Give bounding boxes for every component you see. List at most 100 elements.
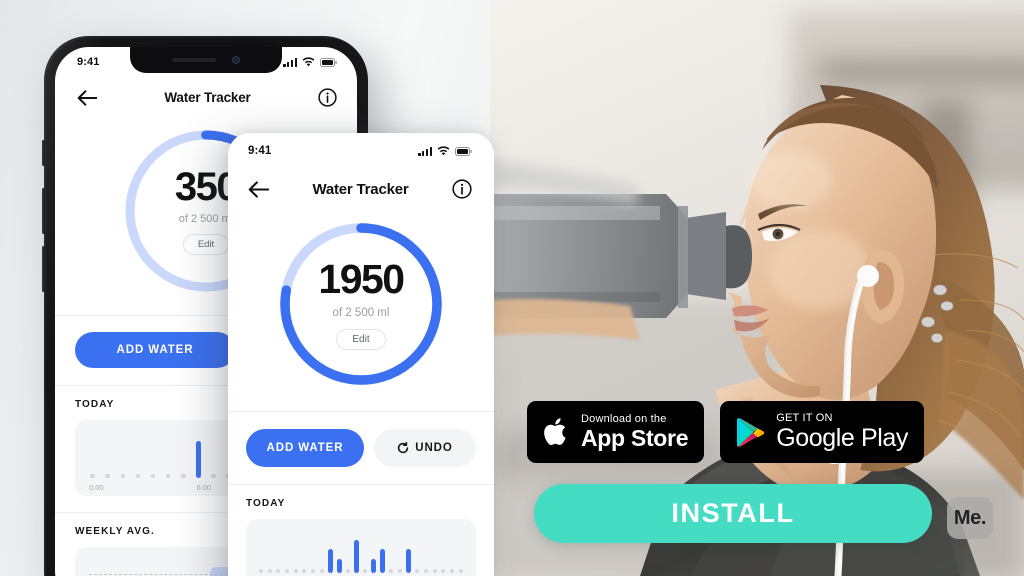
chart-empty-slot [258, 569, 264, 573]
chart-dot [181, 473, 186, 478]
info-button-front-phone[interactable] [452, 179, 472, 199]
chart-bar-fill [406, 549, 412, 573]
arrow-left-icon [77, 89, 97, 106]
chart-empty-slot [119, 473, 126, 478]
chart-dot [415, 569, 420, 573]
google-play-logo-icon [737, 417, 765, 447]
chart-dot [293, 569, 298, 573]
wifi-icon [302, 57, 315, 67]
chart-dot [441, 569, 446, 573]
undo-circle-icon [398, 442, 409, 454]
water-goal-label-back: of 2 500 ml [178, 213, 234, 225]
today-chart-front[interactable]: 0:006:0012:0018:0024:00 [246, 519, 476, 576]
chart-bar-fill [195, 441, 201, 478]
chart-bar-fill [354, 539, 360, 573]
chart-bar-fill [380, 549, 386, 573]
front-camera-icon [232, 56, 240, 64]
page-title-front-phone: Water Tracker [312, 180, 409, 198]
chart-empty-slot [423, 569, 429, 573]
app-store-badge-small: Download on the [581, 413, 667, 426]
battery-icon [320, 58, 337, 67]
chart-empty-slot [362, 569, 368, 573]
info-circle-icon [452, 179, 472, 199]
today-section-label-front: TODAY [246, 498, 286, 509]
edit-goal-button-front[interactable]: Edit [336, 328, 386, 350]
google-play-badge-big: Google Play [776, 423, 908, 452]
cellular-signal-icon [283, 57, 297, 67]
chart-empty-slot [440, 569, 446, 573]
google-play-badge-text: GET IT ON Google Play [776, 412, 908, 452]
info-circle-icon [318, 88, 337, 107]
chart-bar [336, 558, 342, 573]
apple-logo-icon [544, 418, 566, 445]
chart-empty-slot [150, 473, 157, 478]
chart-dot [345, 569, 350, 573]
add-water-button-back[interactable]: ADD WATER [75, 332, 235, 368]
chart-dot [276, 569, 281, 573]
info-button-back-phone[interactable] [318, 88, 337, 107]
chart-empty-slot [275, 569, 281, 573]
chart-bar [371, 558, 377, 573]
chart-bar-fill [371, 558, 377, 573]
chart-empty-slot [310, 569, 316, 573]
phone-volume-down-button[interactable] [42, 246, 45, 292]
status-bar-time-front: 9:41 [248, 145, 272, 157]
chart-dot [259, 569, 263, 573]
chart-bar [354, 539, 360, 573]
chart-empty-slot [267, 569, 273, 573]
chart-dot [398, 569, 402, 573]
chart-dot [363, 569, 368, 573]
chart-empty-slot [180, 473, 187, 478]
install-button[interactable]: INSTALL [534, 484, 932, 543]
chart-dot [105, 473, 110, 478]
chart-empty-slot [134, 473, 141, 478]
chart-dot [311, 569, 316, 573]
chart-dot [285, 569, 290, 573]
chart-empty-slot [284, 569, 290, 573]
phone-screen-front: 9:41 Water Tracker 1950 of 2 500 ml Edit… [228, 133, 494, 576]
undo-button-front[interactable]: UNDO [374, 429, 476, 467]
chart-dot [319, 569, 324, 573]
chart-dot [211, 473, 216, 478]
chart-bar-fill [336, 558, 342, 573]
earpiece-speaker [172, 58, 216, 62]
chart-dot [120, 473, 125, 478]
google-play-badge[interactable]: GET IT ON Google Play [720, 401, 924, 463]
chart-empty-slot [89, 473, 96, 478]
chart-dot [150, 473, 156, 478]
phone-mute-switch[interactable] [42, 140, 45, 166]
cellular-signal-icon [418, 146, 432, 156]
edit-goal-button-back[interactable]: Edit [182, 234, 230, 255]
chart-empty-slot [458, 569, 464, 573]
chart-dot [302, 569, 307, 573]
add-water-button-front[interactable]: ADD WATER [246, 429, 364, 467]
back-button-front-phone[interactable] [248, 180, 269, 198]
chart-empty-slot [319, 569, 325, 573]
water-progress-ring-front: 1950 of 2 500 ml Edit [276, 219, 446, 389]
chart-dot [424, 569, 429, 573]
chart-bar [380, 549, 386, 573]
brand-logo[interactable]: Me. [947, 497, 993, 539]
app-store-badge[interactable]: Download on the App Store [527, 401, 705, 463]
chart-dot [90, 473, 95, 478]
battery-icon [455, 147, 472, 156]
app-store-badge-text: Download on the App Store [581, 413, 689, 451]
back-button-back-phone[interactable] [77, 89, 97, 106]
google-play-badge-small: GET IT ON [776, 411, 833, 424]
status-bar-icons [283, 57, 337, 67]
status-bar-time: 9:41 [77, 56, 100, 68]
status-bar-icons-front [418, 146, 472, 156]
chart-dot [450, 569, 455, 573]
chart-empty-slot [210, 473, 217, 478]
chart-dot [432, 569, 437, 573]
app-store-badge-big: App Store [581, 424, 689, 451]
chart-axis-tick: 0:00 [89, 483, 104, 492]
chart-dot [135, 473, 141, 478]
phone-volume-up-button[interactable] [42, 188, 45, 234]
store-badges: Download on the App Store GET IT ON Goog… [527, 401, 924, 463]
arrow-left-icon [248, 180, 269, 198]
promo-banner: 9:41 Water Tracker 350 of 2 500 ml Edit … [0, 0, 1024, 576]
chart-bar-fill [328, 549, 333, 573]
wifi-icon [437, 146, 450, 156]
chart-empty-slot [104, 473, 111, 478]
